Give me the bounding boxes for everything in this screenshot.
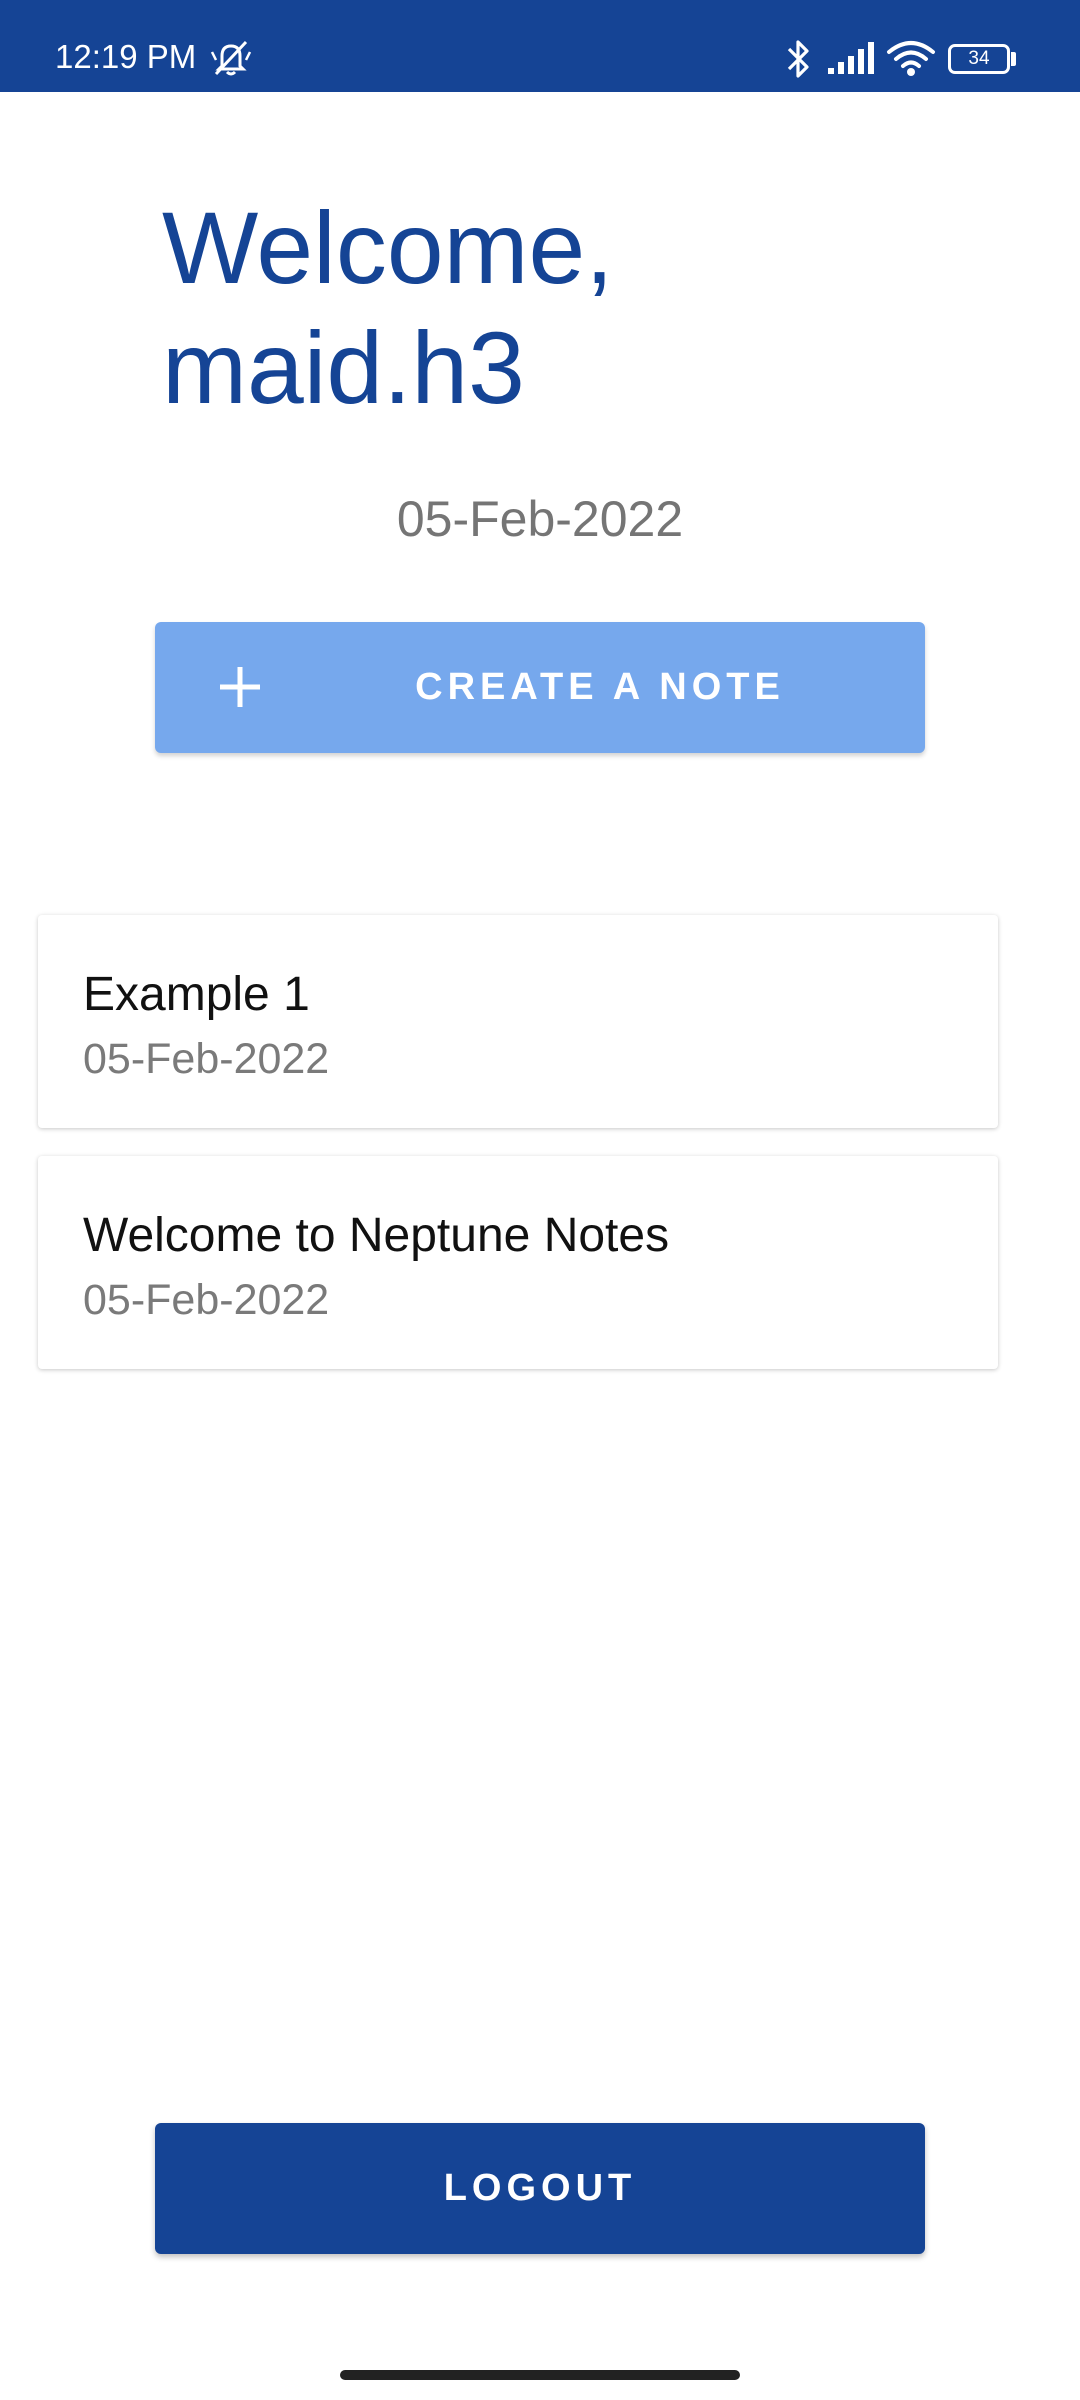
note-title: Welcome to Neptune Notes bbox=[83, 1209, 670, 1262]
battery-tip bbox=[1011, 52, 1016, 66]
note-card[interactable]: Welcome to Neptune Notes 05-Feb-2022 bbox=[38, 1156, 998, 1369]
header-date: 05-Feb-2022 bbox=[396, 491, 684, 547]
note-date: 05-Feb-2022 bbox=[83, 1276, 330, 1324]
bluetooth-icon bbox=[787, 40, 809, 78]
note-date: 05-Feb-2022 bbox=[83, 1035, 330, 1083]
note-card[interactable]: Example 1 05-Feb-2022 bbox=[38, 915, 998, 1128]
welcome-line: Welcome, bbox=[162, 191, 614, 305]
plus-icon bbox=[220, 667, 260, 707]
create-note-label: CREATE A NOTE bbox=[415, 666, 785, 708]
logout-button[interactable]: LOGOUT bbox=[155, 2123, 925, 2254]
status-bar: 12:19 PM 34 bbox=[0, 0, 1080, 92]
signal-icon bbox=[828, 42, 874, 74]
battery-level: 34 bbox=[968, 48, 990, 69]
battery-icon: 34 bbox=[948, 44, 1010, 74]
note-title: Example 1 bbox=[83, 968, 310, 1021]
wifi-icon bbox=[887, 41, 935, 76]
status-time: 12:19 PM bbox=[55, 38, 197, 75]
alarm-off-icon bbox=[210, 40, 252, 76]
username: maid.h3 bbox=[162, 311, 525, 425]
welcome-heading: Welcome, maid.h3 bbox=[162, 188, 614, 428]
home-indicator[interactable] bbox=[340, 2370, 740, 2380]
note-list: Example 1 05-Feb-2022 Welcome to Neptune… bbox=[38, 915, 998, 1397]
create-note-button[interactable]: CREATE A NOTE bbox=[155, 622, 925, 753]
